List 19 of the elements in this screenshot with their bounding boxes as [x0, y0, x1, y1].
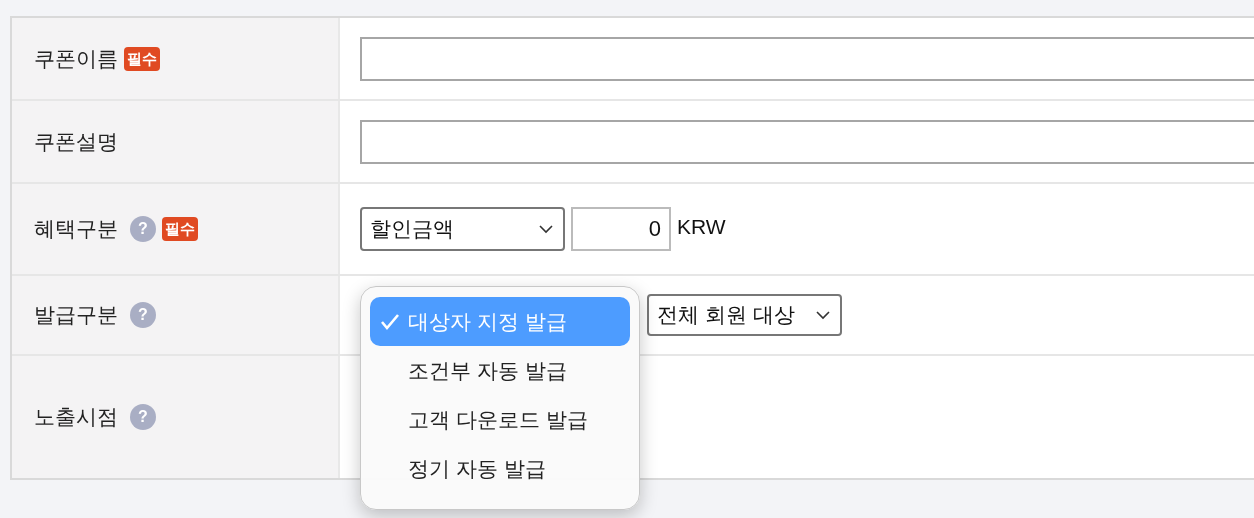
target-select[interactable]: 전체 회원 대상: [647, 294, 842, 336]
chevron-down-icon: [539, 224, 553, 234]
field-label: 노출시점: [34, 404, 118, 430]
field-label: 혜택구분: [34, 216, 118, 242]
field-label: 쿠폰설명: [34, 128, 118, 155]
required-badge: 필수: [162, 217, 198, 241]
required-badge: 필수: [124, 46, 160, 71]
amount-input[interactable]: 0: [571, 207, 671, 251]
menu-option[interactable]: 조건부 자동 발급: [370, 346, 630, 395]
chevron-down-icon: [816, 310, 830, 320]
checkmark-icon: [380, 312, 400, 331]
text-input[interactable]: [360, 36, 1254, 81]
field-label: 발급구분: [34, 302, 118, 328]
menu-option[interactable]: 고객 다운로드 발급: [370, 395, 630, 444]
field-label: 쿠폰이름: [34, 45, 118, 72]
currency-label: KRW: [677, 215, 726, 239]
menu-option[interactable]: 정기 자동 발급: [370, 444, 630, 493]
benefit-select[interactable]: 할인금액: [360, 207, 565, 251]
text-input[interactable]: [360, 119, 1254, 164]
